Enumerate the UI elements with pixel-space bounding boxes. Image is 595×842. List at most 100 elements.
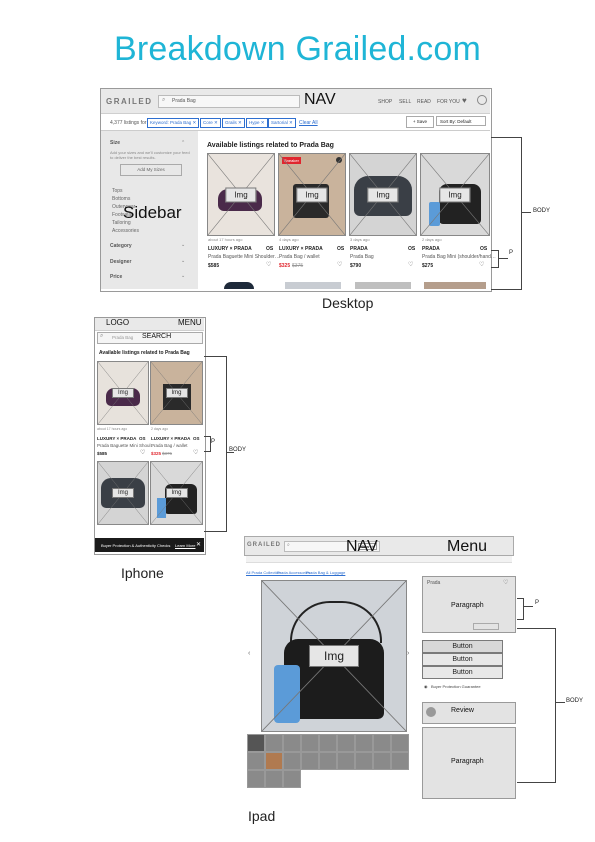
avatar-icon[interactable]: [477, 95, 487, 105]
filter-chip-grails[interactable]: Grails ✕: [222, 118, 245, 128]
message-button[interactable]: Button: [422, 666, 503, 679]
thumbnail[interactable]: [301, 752, 319, 770]
chevron-down-icon[interactable]: ⌄: [181, 258, 185, 264]
thumbnail[interactable]: [301, 734, 319, 752]
filter-chip-sartorial[interactable]: Sartorial ✕: [268, 118, 296, 128]
heart-icon[interactable]: ♡: [193, 449, 198, 456]
sidebar-item-bottoms[interactable]: Bottoms: [112, 196, 130, 202]
heart-icon[interactable]: ♡: [266, 261, 271, 268]
category-nav-strip[interactable]: [246, 556, 512, 563]
card-brand[interactable]: LUXURY × PRADA: [151, 436, 190, 441]
thumbnail[interactable]: [247, 734, 265, 752]
listing-image[interactable]: Img: [150, 461, 203, 525]
listing-image[interactable]: Img: [97, 361, 149, 425]
nav-link-for-you[interactable]: FOR YOU: [437, 99, 460, 105]
card-brand[interactable]: PRADA: [422, 246, 440, 252]
learn-more-link[interactable]: Learn More: [175, 543, 195, 548]
product-main-image[interactable]: Img: [261, 580, 407, 732]
logo-overlay-label[interactable]: LOGO: [106, 318, 129, 327]
card-name[interactable]: Prada Bag / wallet: [279, 254, 320, 260]
listing-image[interactable]: Img: [207, 153, 275, 236]
thumbnail[interactable]: [337, 752, 355, 770]
chevron-left-icon[interactable]: ‹: [248, 650, 250, 657]
card-name[interactable]: Prada Bag / wallet: [151, 443, 188, 448]
card-brand[interactable]: LUXURY × PRADA: [97, 436, 136, 441]
sidebar-section-price[interactable]: Price: [110, 274, 122, 280]
menu-overlay-label[interactable]: MENU: [178, 318, 202, 327]
clear-all-link[interactable]: Clear All: [299, 120, 318, 126]
filter-chip-core[interactable]: Core ✕: [200, 118, 221, 128]
listing-image[interactable]: Img: [420, 153, 490, 236]
filter-chip-keyword[interactable]: Keyword: Prada Bag ✕: [147, 118, 200, 128]
nav-link-shop[interactable]: SHOP: [378, 99, 392, 105]
thumbnail[interactable]: [265, 734, 283, 752]
thumbnail[interactable]: [355, 734, 373, 752]
buyer-protection-text[interactable]: Buyer Protection Guarantee: [431, 684, 481, 689]
card-brand[interactable]: PRADA: [350, 246, 368, 252]
add-sizes-button[interactable]: Add My Sizes: [120, 164, 182, 176]
card-brand[interactable]: LUXURY × PRADA: [279, 246, 323, 252]
breadcrumb-item[interactable]: All Prada Collection: [246, 570, 281, 575]
thumbnail[interactable]: [265, 770, 283, 788]
heart-icon[interactable]: ♡: [140, 449, 145, 456]
card-name[interactable]: Prada Baguette Mini Shoulder…: [208, 254, 280, 260]
description-box: Paragraph: [422, 727, 516, 799]
nav-link-sell[interactable]: SELL: [399, 99, 411, 105]
purchase-button[interactable]: Button: [422, 640, 503, 653]
heart-icon[interactable]: ♡: [337, 261, 342, 268]
thumbnail[interactable]: [265, 752, 283, 770]
card-brand[interactable]: LUXURY × PRADA: [208, 246, 252, 252]
save-button[interactable]: + Save: [406, 116, 434, 128]
thumbnail[interactable]: [373, 734, 391, 752]
chevron-down-icon[interactable]: ⌄: [181, 273, 185, 279]
sidebar-size-heading[interactable]: Size: [110, 140, 120, 146]
paragraph-overlay: Paragraph: [451, 758, 484, 765]
menu-overlay-label[interactable]: Menu: [447, 538, 487, 556]
desktop-search-input[interactable]: ⌕ Prada Bag: [158, 95, 300, 108]
thumbnail[interactable]: [283, 734, 301, 752]
card-name[interactable]: Prada Bag: [350, 254, 374, 260]
size-select[interactable]: [473, 623, 499, 630]
thumbnail[interactable]: [373, 752, 391, 770]
heart-icon[interactable]: ♡: [479, 261, 484, 268]
thumbnail[interactable]: [247, 770, 265, 788]
thumbnail[interactable]: [355, 752, 373, 770]
chevron-down-icon[interactable]: ⌄: [181, 242, 185, 248]
grailed-logo[interactable]: GRAILED: [247, 542, 281, 548]
grailed-logo[interactable]: GRAILED: [106, 97, 153, 106]
nav-link-read[interactable]: READ: [417, 99, 431, 105]
offer-button[interactable]: Button: [422, 653, 503, 666]
page-title: Breakdown Grailed.com: [113, 30, 482, 68]
heart-icon[interactable]: ♡: [503, 579, 508, 586]
chevron-right-icon[interactable]: ›: [407, 650, 409, 657]
thumbnail[interactable]: [391, 752, 409, 770]
heart-icon[interactable]: ♡: [408, 261, 413, 268]
heart-icon[interactable]: ♥: [462, 96, 467, 105]
chevron-up-icon[interactable]: ⌃: [181, 140, 185, 146]
iphone-search-input[interactable]: ⌕ Prada Bag SEARCH: [97, 332, 203, 344]
sidebar-item-accessories[interactable]: Accessories: [112, 228, 139, 234]
card-name[interactable]: Prada Bag Mini (shoulder/hand…: [422, 254, 496, 260]
listing-image[interactable]: Sneaker Img: [278, 153, 346, 236]
listing-image[interactable]: Img: [97, 461, 149, 525]
sidebar-item-tops[interactable]: Tops: [112, 188, 123, 194]
thumbnail[interactable]: [283, 770, 301, 788]
search-overlay-label: SEARCH: [142, 333, 172, 340]
review-overlay[interactable]: Review: [451, 707, 474, 714]
thumbnail[interactable]: [391, 734, 409, 752]
filter-chip-hype[interactable]: Hype ✕: [246, 118, 268, 128]
product-brand[interactable]: Prada: [427, 580, 440, 586]
thumbnail[interactable]: [247, 752, 265, 770]
thumbnail[interactable]: [319, 752, 337, 770]
thumbnail[interactable]: [283, 752, 301, 770]
sidebar-section-designer[interactable]: Designer: [110, 259, 131, 265]
thumbnail[interactable]: [319, 734, 337, 752]
thumbnail[interactable]: [337, 734, 355, 752]
sort-select[interactable]: Sort By: Default: [436, 116, 486, 126]
close-icon[interactable]: ✕: [196, 541, 201, 548]
sidebar-section-category[interactable]: Category: [110, 243, 132, 249]
breadcrumb-item[interactable]: Prada Bag & Luggage: [306, 570, 345, 575]
listing-image[interactable]: Img: [349, 153, 417, 236]
listing-image[interactable]: Img: [150, 361, 203, 425]
card-name[interactable]: Prada Baguette Mini Shoul…: [97, 443, 155, 448]
